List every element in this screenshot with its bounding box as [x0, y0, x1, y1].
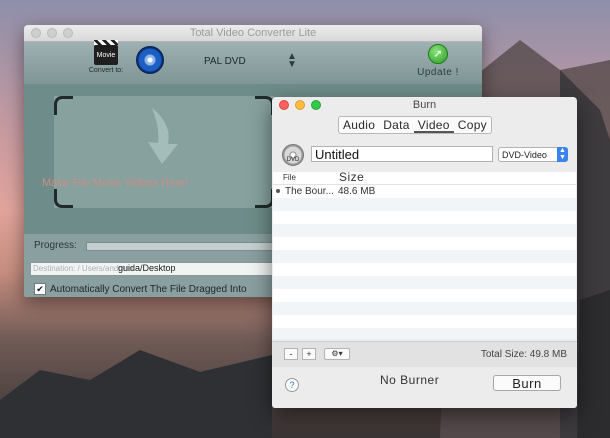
destination-path: guida/Desktop [118, 263, 176, 273]
bullet-icon [276, 189, 280, 193]
add-file-button[interactable]: + [302, 348, 316, 360]
tab-data[interactable]: Data [379, 117, 414, 133]
auto-convert-label: Automatically Convert The File Dragged I… [50, 283, 247, 295]
table-row[interactable]: The Bour... 48.6 MB [273, 185, 576, 198]
file-size: 48.6 MB [338, 186, 376, 197]
empty-row [273, 315, 576, 328]
preset-select[interactable]: PAL DVD [204, 56, 246, 67]
remove-file-button[interactable]: - [284, 348, 298, 360]
help-button[interactable]: ? [285, 378, 299, 392]
destination-field[interactable]: Destination: / Users/andress guida/Deskt… [30, 262, 277, 276]
progress-bar [86, 242, 278, 251]
window-title: Total Video Converter Lite [189, 27, 317, 39]
empty-row [273, 302, 576, 315]
disc-name-row: DVD DVD-Video ▲▼ [282, 144, 568, 166]
zoom-button[interactable] [311, 100, 321, 110]
burn-title-bar: Burn [272, 97, 577, 113]
update-label: Update ! [417, 67, 459, 78]
empty-row [273, 289, 576, 302]
updown-arrows-icon: ▲ ▼ [557, 147, 568, 162]
frame-corner [54, 96, 73, 115]
empty-row [273, 224, 576, 237]
update-button[interactable]: ➚ Update ! [407, 44, 469, 78]
auto-convert-checkbox[interactable]: ✔ [34, 283, 46, 295]
tab-audio[interactable]: Audio [339, 117, 379, 133]
minimize-button[interactable] [295, 100, 305, 110]
file-actions-bar: - + ⚙▾ Total Size: 49.8 MB [272, 341, 577, 367]
tab-copy[interactable]: Copy [454, 117, 491, 133]
file-table-header: File Size [273, 170, 576, 185]
close-button[interactable] [279, 100, 289, 110]
auto-convert-row: ✔ Automatically Convert The File Dragged… [34, 283, 247, 295]
file-table: The Bour... 48.6 MB [273, 185, 576, 339]
format-select[interactable]: DVD-Video ▲ ▼ [498, 147, 568, 162]
burn-button[interactable]: Burn [493, 375, 561, 391]
convert-to-button[interactable]: Movie Convert to: [86, 40, 126, 74]
down-arrow-icon [148, 108, 178, 164]
zoom-button[interactable] [63, 28, 73, 38]
frame-corner [54, 189, 73, 208]
close-button[interactable] [31, 28, 41, 38]
empty-row [273, 263, 576, 276]
progress-label: Progress: [34, 240, 77, 251]
gear-menu-button[interactable]: ⚙▾ [324, 348, 350, 360]
convert-to-label: Convert to: [88, 67, 124, 74]
window-title: Burn [412, 99, 437, 111]
empty-row [273, 250, 576, 263]
empty-row [273, 198, 576, 211]
burn-window: Burn Audio Data Video Copy DVD DVD-Video… [272, 97, 577, 408]
burn-footer: ? No Burner Burn [272, 367, 577, 408]
empty-row [273, 328, 576, 339]
window-controls [279, 100, 321, 110]
disc-name-input[interactable] [311, 146, 493, 162]
burner-status: No Burner [380, 373, 440, 387]
clapperboard-icon: Movie [94, 40, 118, 65]
minimize-button[interactable] [47, 28, 57, 38]
drop-frame [54, 96, 274, 208]
main-title-bar: Total Video Converter Lite [24, 25, 482, 42]
drop-hint-text: Make File Music Videos Here! [42, 177, 188, 189]
arrow-up-right-icon: ➚ [428, 44, 448, 64]
empty-row [273, 237, 576, 250]
empty-row [273, 211, 576, 224]
updown-arrows-icon[interactable]: ▲ ▼ [287, 52, 297, 70]
burn-mode-tabs: Audio Data Video Copy [338, 116, 492, 134]
main-toolbar: Movie Convert to: PAL DVD ▲ ▼ ➚ Update ! [24, 40, 482, 85]
total-size: Total Size: 49.8 MB [480, 349, 567, 360]
tab-video[interactable]: Video [413, 117, 454, 133]
dvd-disc-icon[interactable] [136, 46, 164, 74]
file-name: The Bour... [285, 186, 334, 197]
dvd-icon: DVD [282, 144, 304, 166]
column-file[interactable]: File [283, 173, 296, 182]
column-size[interactable]: Size [339, 170, 364, 184]
window-controls [31, 28, 73, 38]
empty-row [273, 276, 576, 289]
format-value: DVD-Video [502, 150, 547, 160]
